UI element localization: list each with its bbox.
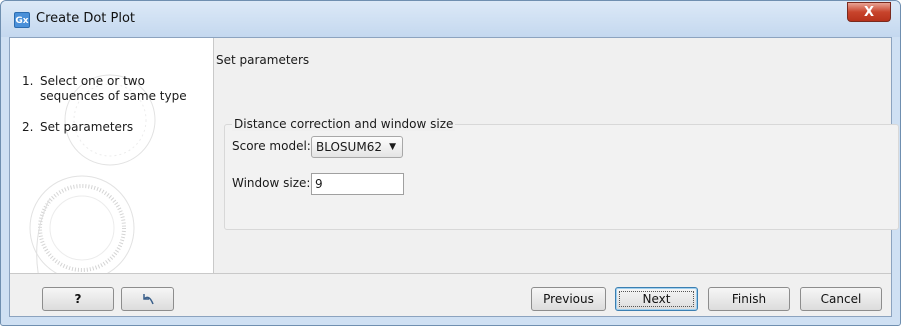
cancel-button[interactable]: Cancel [800,287,882,311]
dialog-body: 1. Select one or two sequences of same t… [9,37,899,317]
parameters-group: Distance correction and window size Scor… [224,117,899,230]
next-button-label: Next [642,292,671,306]
step-number: 2. [22,120,34,134]
reset-arrow-icon [142,294,154,305]
chevron-down-icon: ▼ [389,142,396,152]
window-title: Create Dot Plot [36,11,136,26]
dialog-window: Gx Create Dot Plot X 1. Select one or tw… [0,0,901,326]
content-panel: Set parameters Distance correction and w… [214,38,899,273]
footer-divider [10,273,891,274]
close-button[interactable]: X [847,2,891,22]
step-label: Select one or two sequences of same type [40,74,187,103]
step-label: Set parameters [40,120,134,134]
app-logo-icon: Gx [14,12,30,28]
finish-button[interactable]: Finish [708,287,790,311]
score-model-label: Score model: [232,139,311,153]
help-button[interactable]: ? [42,287,114,311]
score-model-value: BLOSUM62 [316,140,382,154]
next-button[interactable]: Next [615,287,698,311]
steps-panel: 1. Select one or two sequences of same t… [10,38,214,273]
previous-button[interactable]: Previous [531,287,606,311]
window-size-input[interactable]: 9 [311,173,404,195]
step-number: 1. [22,74,34,88]
reset-button[interactable] [121,287,174,311]
group-title: Distance correction and window size [232,117,456,131]
window-size-label: Window size: [232,176,311,190]
question-mark-icon: ? [74,292,82,306]
title-bar[interactable]: Gx Create Dot Plot X [1,1,900,37]
score-model-select[interactable]: BLOSUM62 ▼ [311,136,403,158]
section-title: Set parameters [216,53,310,67]
